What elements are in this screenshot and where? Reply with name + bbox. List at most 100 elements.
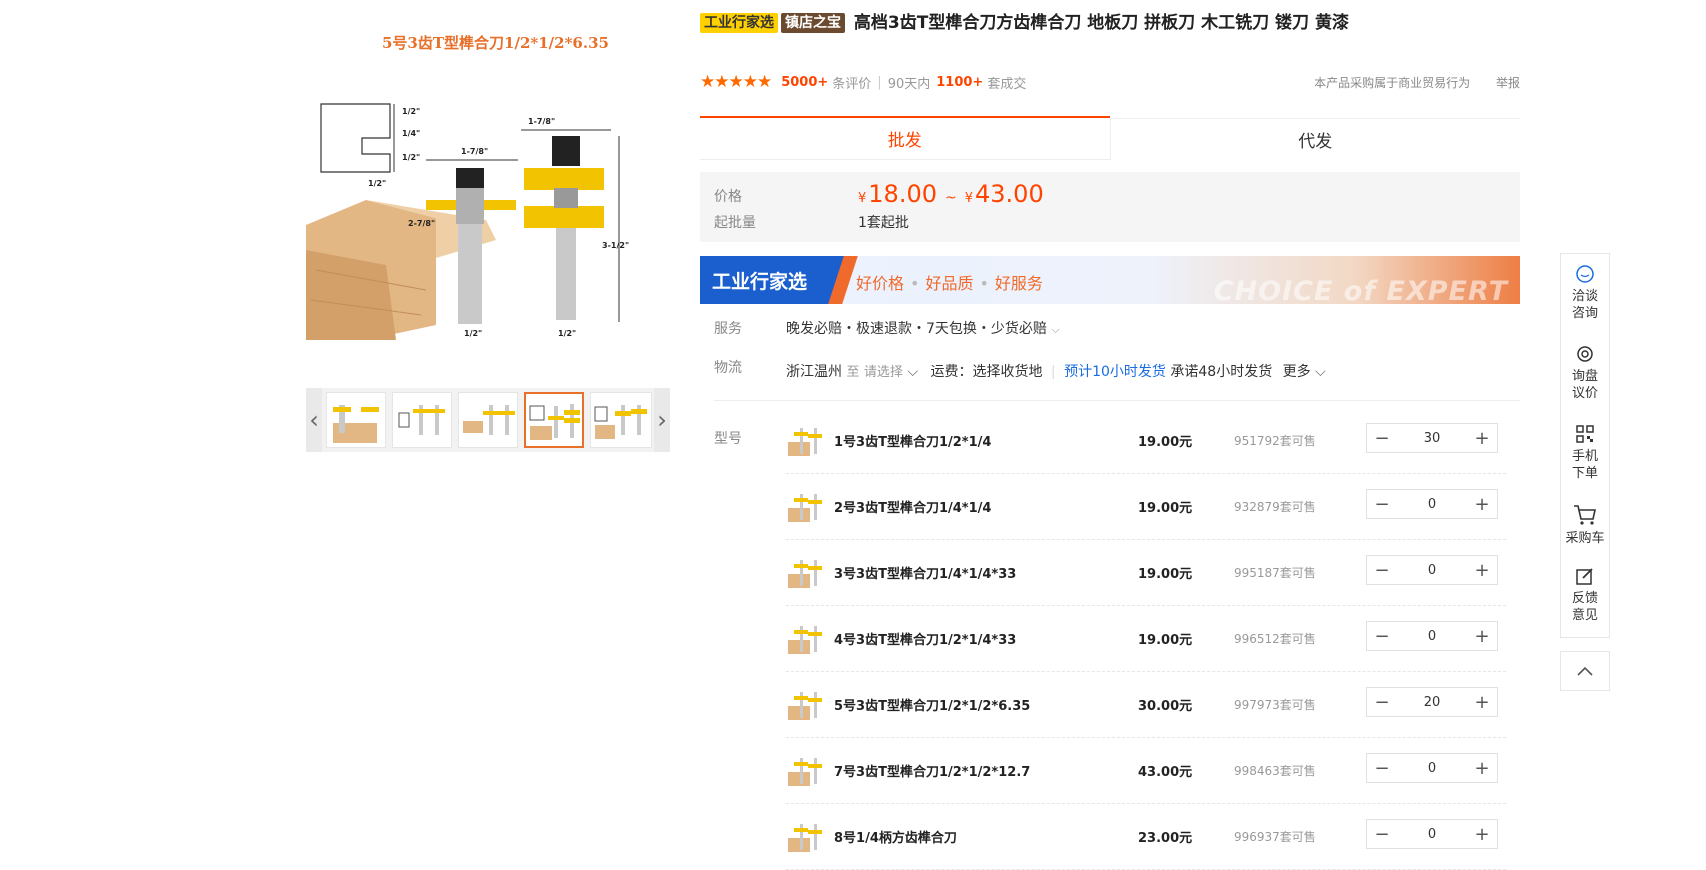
- quantity-input[interactable]: 20: [1397, 688, 1467, 716]
- tool-label: 下单: [1571, 466, 1598, 481]
- feedback-button[interactable]: 反馈 意见: [1561, 566, 1609, 624]
- period-label: 90天内: [887, 76, 931, 92]
- quantity-input[interactable]: 0: [1397, 754, 1467, 782]
- sku-name: 8号1/4柄方齿榫合刀: [834, 831, 957, 846]
- quantity-stepper: −0 +: [1366, 819, 1498, 849]
- report-link[interactable]: 举报: [1496, 76, 1520, 90]
- dim-label: 1/2": [402, 107, 420, 116]
- thumbnail[interactable]: [458, 392, 518, 448]
- minus-button[interactable]: −: [1367, 754, 1397, 782]
- router-bit-illustration: 1/2" 1/4" 1/2" 1/2" 1-7/8" 2-7/8" 1/2" 1…: [306, 103, 629, 340]
- rating-row: ★★★★★ 5000+ 条评价 | 90天内 1100+ 套成交 本产品采购属于…: [700, 72, 1520, 92]
- minus-button[interactable]: −: [1367, 688, 1397, 716]
- dim-label: 1/2": [464, 329, 482, 338]
- plus-button[interactable]: +: [1467, 820, 1497, 848]
- main-product-image[interactable]: 5号3齿T型榫合刀1/2*1/2*6.35 1/2" 1/4" 1/2" 1/2…: [306, 10, 670, 366]
- plus-button[interactable]: +: [1467, 424, 1497, 452]
- slogan: 好价格: [856, 274, 905, 293]
- review-count[interactable]: 5000+: [781, 75, 828, 90]
- price-min: 18.00: [868, 180, 937, 208]
- review-label: 条评价: [832, 76, 872, 92]
- chevron-right-icon[interactable]: ›: [654, 388, 670, 452]
- quantity-stepper: −20 +: [1366, 687, 1498, 717]
- plus-button[interactable]: +: [1467, 556, 1497, 584]
- quantity-input[interactable]: 0: [1397, 556, 1467, 584]
- sku-row: 2号3齿T型榫合刀1/4*1/4 19.00元 932879套可售 −0 +: [786, 474, 1506, 540]
- back-to-top-button[interactable]: [1560, 651, 1610, 691]
- product-title: 工业行家选 镇店之宝 高档3齿T型榫合刀方齿榫合刀 地板刀 拼板刀 木工铣刀 镂刀…: [700, 10, 1360, 37]
- cart-button[interactable]: 采购车: [1561, 504, 1609, 547]
- dim-label: 2-7/8": [408, 219, 435, 228]
- plus-button[interactable]: +: [1467, 754, 1497, 782]
- quantity-input[interactable]: 0: [1397, 622, 1467, 650]
- service-terms: 晚发必赔・极速退款・7天包换・少货必赔: [786, 321, 1047, 337]
- sku-thumbnail[interactable]: [788, 818, 824, 854]
- dim-label: 1-7/8": [528, 117, 555, 126]
- right-toolbar: 洽谈 咨询 询盘 议价 手机 下单 采购车 反馈 意见: [1560, 253, 1610, 638]
- quantity-input[interactable]: 0: [1397, 490, 1467, 518]
- slogan: 好品质: [925, 274, 974, 293]
- tab-wholesale[interactable]: 批发: [700, 116, 1110, 159]
- origin: 浙江温州: [786, 364, 842, 380]
- sku-thumbnail[interactable]: [788, 752, 824, 788]
- chevron-down-icon[interactable]: ⌵: [907, 364, 918, 380]
- minus-button[interactable]: −: [1367, 556, 1397, 584]
- freight-text: 运费：选择收货地: [930, 364, 1043, 380]
- tool-label: 咨询: [1571, 306, 1598, 321]
- sku-thumbnail[interactable]: [788, 422, 824, 458]
- thumbnail[interactable]: [392, 392, 452, 448]
- minus-button[interactable]: −: [1367, 490, 1397, 518]
- chat-icon: [1576, 265, 1594, 283]
- minus-button[interactable]: −: [1367, 622, 1397, 650]
- dim-label: 1/4": [402, 129, 420, 138]
- plus-button[interactable]: +: [1467, 490, 1497, 518]
- inquiry-icon: [1577, 346, 1593, 362]
- product-title-block: 工业行家选 镇店之宝 高档3齿T型榫合刀方齿榫合刀 地板刀 拼板刀 木工铣刀 镂刀…: [700, 10, 1360, 37]
- purchase-tabs: 批发 代发: [700, 116, 1520, 160]
- service-text[interactable]: 晚发必赔・极速退款・7天包换・少货必赔 ⌵: [786, 318, 1060, 338]
- sku-row: 4号3齿T型榫合刀1/2*1/4*33 19.00元 996512套可售 −0 +: [786, 606, 1506, 672]
- chevron-down-icon: ⌵: [1051, 323, 1060, 336]
- thumbnail-strip: ‹ ›: [306, 388, 670, 452]
- minus-button[interactable]: −: [1367, 424, 1397, 452]
- banner-logo: 工业行家选: [700, 256, 850, 304]
- eta-text: 预计10小时发货: [1064, 364, 1166, 380]
- inquiry-button[interactable]: 询盘 议价: [1561, 344, 1609, 402]
- quantity-input[interactable]: 30: [1397, 424, 1467, 452]
- sku-thumbnail[interactable]: [788, 620, 824, 656]
- expert-choice-banner[interactable]: 工业行家选 好价格 • 好品质 • 好服务 CHOICE of EXPERT: [700, 256, 1520, 304]
- chevron-left-icon[interactable]: ‹: [306, 388, 322, 452]
- destination-select[interactable]: 请选择: [864, 365, 903, 380]
- sku-price: 19.00元: [1138, 567, 1193, 582]
- logistics-label: 物流: [714, 360, 742, 376]
- more-link[interactable]: 更多: [1283, 364, 1311, 380]
- quantity-input[interactable]: 0: [1397, 820, 1467, 848]
- sku-stock: 932879套可售: [1234, 500, 1316, 514]
- section-divider: [714, 400, 1520, 401]
- chevron-down-icon[interactable]: ⌵: [1315, 364, 1326, 380]
- chat-consult-button[interactable]: 洽谈 咨询: [1561, 264, 1609, 322]
- mobile-order-button[interactable]: 手机 下单: [1561, 424, 1609, 482]
- sku-row: 7号3齿T型榫合刀1/2*1/2*12.7 43.00元 998463套可售 −0 +: [786, 738, 1506, 804]
- thumbnail[interactable]: [326, 392, 386, 448]
- sku-list: 1号3齿T型榫合刀1/2*1/4 19.00元 951792套可售 −30 +2号3齿T…: [786, 408, 1506, 870]
- divider: |: [877, 74, 882, 90]
- promise-text: 承诺48小时发货: [1170, 364, 1273, 380]
- to-label: 至: [846, 365, 860, 380]
- chevron-up-icon: [1577, 666, 1593, 676]
- sku-thumbnail[interactable]: [788, 686, 824, 722]
- sku-price: 19.00元: [1138, 633, 1193, 648]
- plus-button[interactable]: +: [1467, 622, 1497, 650]
- dim-label: 1/2": [368, 179, 386, 188]
- sku-row: 8号1/4柄方齿榫合刀 23.00元 996937套可售 −0 +: [786, 804, 1506, 870]
- sku-thumbnail[interactable]: [788, 554, 824, 590]
- plus-button[interactable]: +: [1467, 688, 1497, 716]
- currency-symbol: ¥: [964, 191, 974, 206]
- thumbnail-active[interactable]: [524, 392, 584, 448]
- thumbnail[interactable]: [590, 392, 652, 448]
- sku-price: 19.00元: [1138, 501, 1193, 516]
- sku-thumbnail[interactable]: [788, 488, 824, 524]
- tab-dropship[interactable]: 代发: [1109, 118, 1520, 160]
- banner-slogans: 好价格 • 好品质 • 好服务: [856, 274, 1043, 293]
- minus-button[interactable]: −: [1367, 820, 1397, 848]
